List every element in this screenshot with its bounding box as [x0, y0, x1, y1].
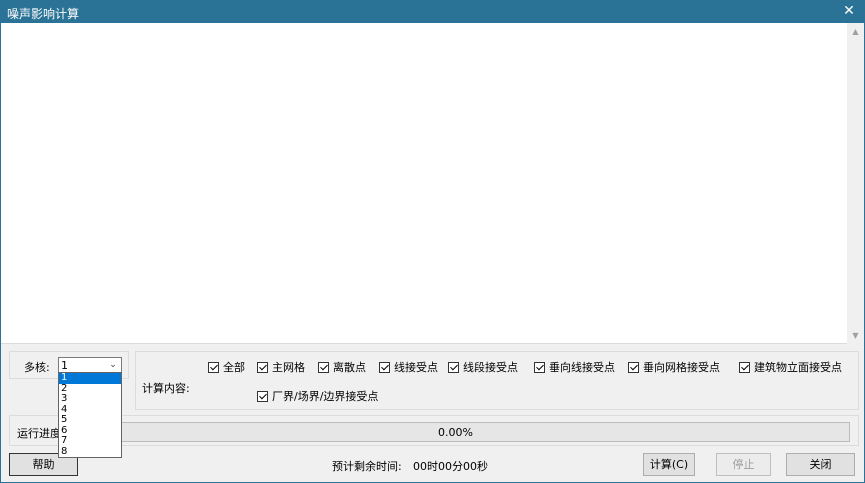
- checkbox-check-icon[interactable]: [739, 361, 750, 373]
- checkbox-label: 线接受点: [394, 361, 438, 374]
- progress-bar: 0.00%: [61, 422, 850, 442]
- checkbox-label: 离散点: [333, 361, 366, 374]
- cores-option[interactable]: 7: [59, 435, 121, 447]
- checkbox-label: 垂向网格接受点: [643, 361, 720, 374]
- cores-select[interactable]: 1 ⌄: [58, 357, 122, 373]
- cores-option[interactable]: 5: [59, 414, 121, 426]
- cores-option[interactable]: 8: [59, 446, 121, 458]
- checkbox-label: 建筑物立面接受点: [754, 361, 842, 374]
- stop-button: 停止: [716, 453, 771, 476]
- vertical-scrollbar[interactable]: ▲ ▼: [847, 23, 864, 344]
- checkbox-discrete-points[interactable]: 离散点: [318, 360, 366, 374]
- checkbox-all[interactable]: 全部: [208, 360, 245, 374]
- checkbox-label: 厂界/场界/边界接受点: [272, 390, 379, 403]
- checkbox-check-icon[interactable]: [628, 361, 639, 373]
- checkbox-label: 主网格: [272, 361, 305, 374]
- checkbox-boundary-receivers[interactable]: 厂界/场界/边界接受点: [257, 389, 378, 403]
- cores-option[interactable]: 4: [59, 404, 121, 416]
- cores-option[interactable]: 1: [59, 372, 121, 384]
- cores-label: 多核:: [24, 361, 50, 374]
- remaining-time-label: 预计剩余时间:: [332, 460, 402, 473]
- checkbox-vertical-grid-receivers[interactable]: 垂向网格接受点: [628, 360, 720, 374]
- checkbox-check-icon[interactable]: [379, 361, 390, 373]
- checkbox-check-icon[interactable]: [534, 361, 545, 373]
- progress-label: 运行进度: [17, 427, 61, 440]
- cores-option[interactable]: 2: [59, 383, 121, 395]
- checkbox-check-icon[interactable]: [318, 361, 329, 373]
- output-log-area[interactable]: ▲ ▼: [1, 23, 864, 344]
- checkbox-main-grid[interactable]: 主网格: [257, 360, 305, 374]
- scroll-up-icon[interactable]: ▲: [847, 23, 864, 40]
- checkbox-label: 全部: [223, 361, 245, 374]
- noise-calc-window: 噪声影响计算 ✕ ▲ ▼ 多核: 1 ⌄ 1 2 3 4 5 6 7 8 计算内…: [0, 0, 865, 483]
- calc-button[interactable]: 计算(C): [643, 453, 695, 476]
- progress-percent: 0.00%: [438, 426, 473, 439]
- cores-dropdown-list[interactable]: 1 2 3 4 5 6 7 8: [58, 372, 122, 458]
- cores-selected-value: 1: [61, 359, 68, 372]
- chevron-down-icon[interactable]: ⌄: [106, 358, 120, 372]
- checkbox-check-icon[interactable]: [448, 361, 459, 373]
- checkbox-check-icon[interactable]: [208, 361, 219, 373]
- checkbox-check-icon[interactable]: [257, 361, 268, 373]
- checkbox-label: 线段接受点: [463, 361, 518, 374]
- checkbox-line-receivers[interactable]: 线接受点: [379, 360, 438, 374]
- checkbox-facade-receivers[interactable]: 建筑物立面接受点: [739, 360, 842, 374]
- title-bar: 噪声影响计算 ✕: [1, 1, 864, 23]
- checkbox-segment-receivers[interactable]: 线段接受点: [448, 360, 518, 374]
- window-title: 噪声影响计算: [7, 7, 80, 21]
- scroll-down-icon[interactable]: ▼: [847, 327, 864, 344]
- checkbox-label: 垂向线接受点: [549, 361, 615, 374]
- checkbox-check-icon[interactable]: [257, 390, 268, 402]
- remaining-time-value: 00时00分00秒: [413, 460, 488, 473]
- cores-option[interactable]: 6: [59, 425, 121, 437]
- calc-content-label: 计算内容:: [142, 382, 190, 395]
- close-icon[interactable]: ✕: [834, 1, 864, 23]
- close-button[interactable]: 关闭: [786, 453, 855, 476]
- cores-option[interactable]: 3: [59, 393, 121, 405]
- checkbox-vertical-line-receivers[interactable]: 垂向线接受点: [534, 360, 615, 374]
